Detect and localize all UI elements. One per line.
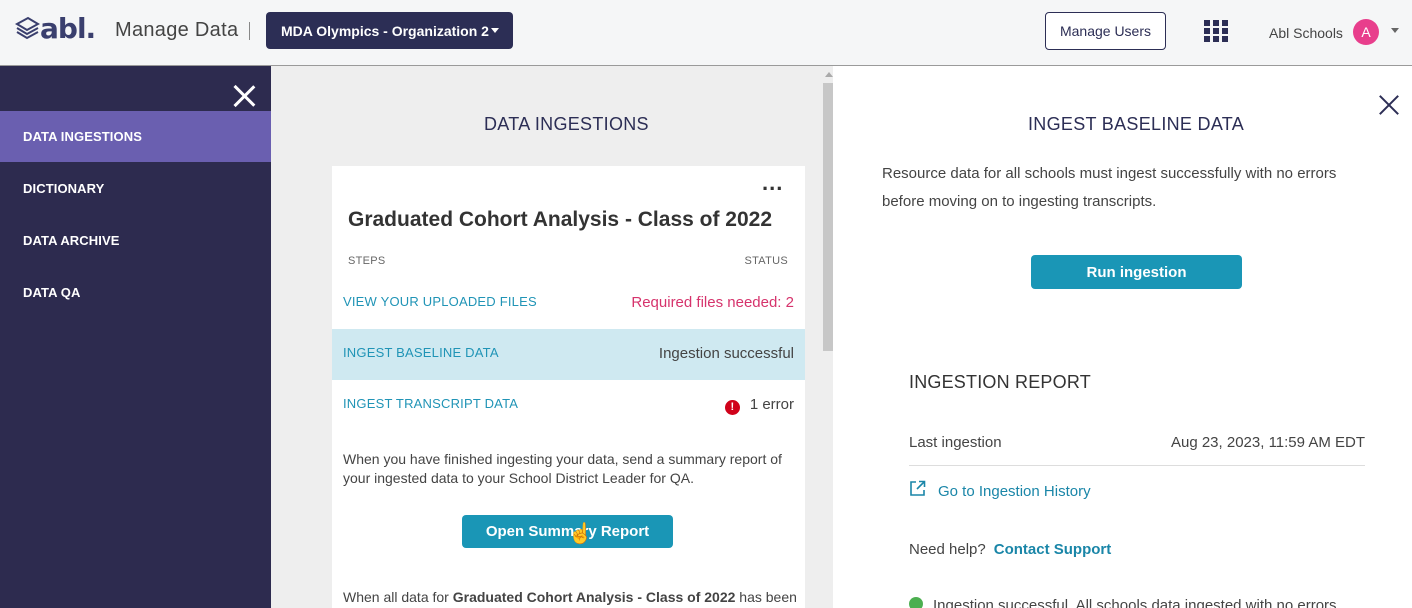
help-prefix: Need help? [909,541,986,558]
contact-support-link[interactable]: Contact Support [994,541,1112,558]
ingestion-card: ... Graduated Cohort Analysis - Class of… [332,166,805,608]
scroll-up-icon[interactable] [825,72,833,77]
organization-selector-label: MDA Olympics - Organization 2 [281,22,489,39]
manage-users-button[interactable]: Manage Users [1045,12,1166,50]
step-status: Ingestion successful [658,345,794,362]
bottom-note: When all data for Graduated Cohort Analy… [343,588,803,606]
chevron-down-icon [491,28,499,33]
report-title: INGESTION REPORT [909,372,1091,392]
step-status: Required files needed: 2 [631,294,794,311]
detail-panel: INGEST BASELINE DATA Resource data for a… [833,66,1412,608]
app-title: Manage Data [115,19,239,41]
detail-description: Resource data for all schools must inges… [882,165,1337,210]
run-ingestion-button[interactable]: Run ingestion [1031,255,1242,289]
last-ingestion-label: Last ingestion [909,434,1002,451]
external-link-icon [910,480,926,496]
step-row-baseline-data[interactable]: INGEST BASELINE DATA Ingestion successfu… [332,329,805,380]
last-ingestion-row: Last ingestion Aug 23, 2023, 11:59 AM ED… [909,434,1365,466]
avatar[interactable]: A [1353,19,1379,45]
top-header: abl. Manage Data MDA Olympics - Organiza… [0,0,1412,66]
step-label[interactable]: INGEST BASELINE DATA [343,345,499,360]
more-options-icon[interactable]: ... [762,172,783,194]
sidebar: DATA INGESTIONS DICTIONARY DATA ARCHIVE … [0,66,271,608]
bottom-note-prefix: When all data for [343,589,453,605]
error-count: 1 error [749,396,794,413]
last-ingestion-value: Aug 23, 2023, 11:59 AM EDT [1170,434,1365,451]
ingestion-history-link[interactable]: Go to Ingestion History [909,480,1091,500]
panel-title: DATA INGESTIONS [484,114,649,134]
step-row-transcript-data[interactable]: INGEST TRANSCRIPT DATA ! 1 error [332,380,805,431]
close-icon[interactable] [1379,95,1399,115]
user-name[interactable]: Abl Schools [1269,25,1343,41]
check-circle-icon [909,597,923,608]
apps-grid-icon[interactable] [1204,20,1228,42]
sidebar-item-data-qa[interactable]: DATA QA [0,267,271,318]
user-menu-caret-icon[interactable] [1391,28,1399,33]
status-column-header: STATUS [744,255,788,267]
sidebar-item-data-archive[interactable]: DATA ARCHIVE [0,215,271,266]
step-row-uploaded-files[interactable]: VIEW YOUR UPLOADED FILES Required files … [332,278,805,329]
close-sidebar-icon[interactable] [232,84,256,108]
step-label[interactable]: VIEW YOUR UPLOADED FILES [343,294,537,309]
sidebar-item-data-ingestions[interactable]: DATA INGESTIONS [0,111,271,162]
bottom-note-suffix: has been [735,589,797,605]
summary-info-text: When you have finished ingesting your da… [343,451,782,486]
ingestion-success-row: Ingestion successful. All schools data i… [909,597,1389,608]
step-status: ! 1 error [724,396,794,415]
step-label[interactable]: INGEST TRANSCRIPT DATA [343,396,518,411]
steps-column-header: STEPS [348,255,386,267]
error-icon: ! [724,399,740,415]
success-text: Ingestion successful. All schools data i… [933,597,1337,608]
detail-title: INGEST BASELINE DATA [1028,114,1245,134]
header-divider [249,22,250,40]
logo-text: abl. [40,12,96,45]
help-row: Need help? Contact Support [909,541,1111,558]
hand-cursor-icon: ☝ [568,523,593,545]
organization-selector[interactable]: MDA Olympics - Organization 2 [266,12,513,49]
bottom-note-bold: Graduated Cohort Analysis - Class of 202… [452,589,736,605]
card-title: Graduated Cohort Analysis - Class of 202… [348,208,773,231]
ingestions-panel: DATA INGESTIONS ... Graduated Cohort Ana… [271,66,836,608]
ingestion-history-label[interactable]: Go to Ingestion History [938,483,1091,500]
sidebar-item-dictionary[interactable]: DICTIONARY [0,163,271,214]
